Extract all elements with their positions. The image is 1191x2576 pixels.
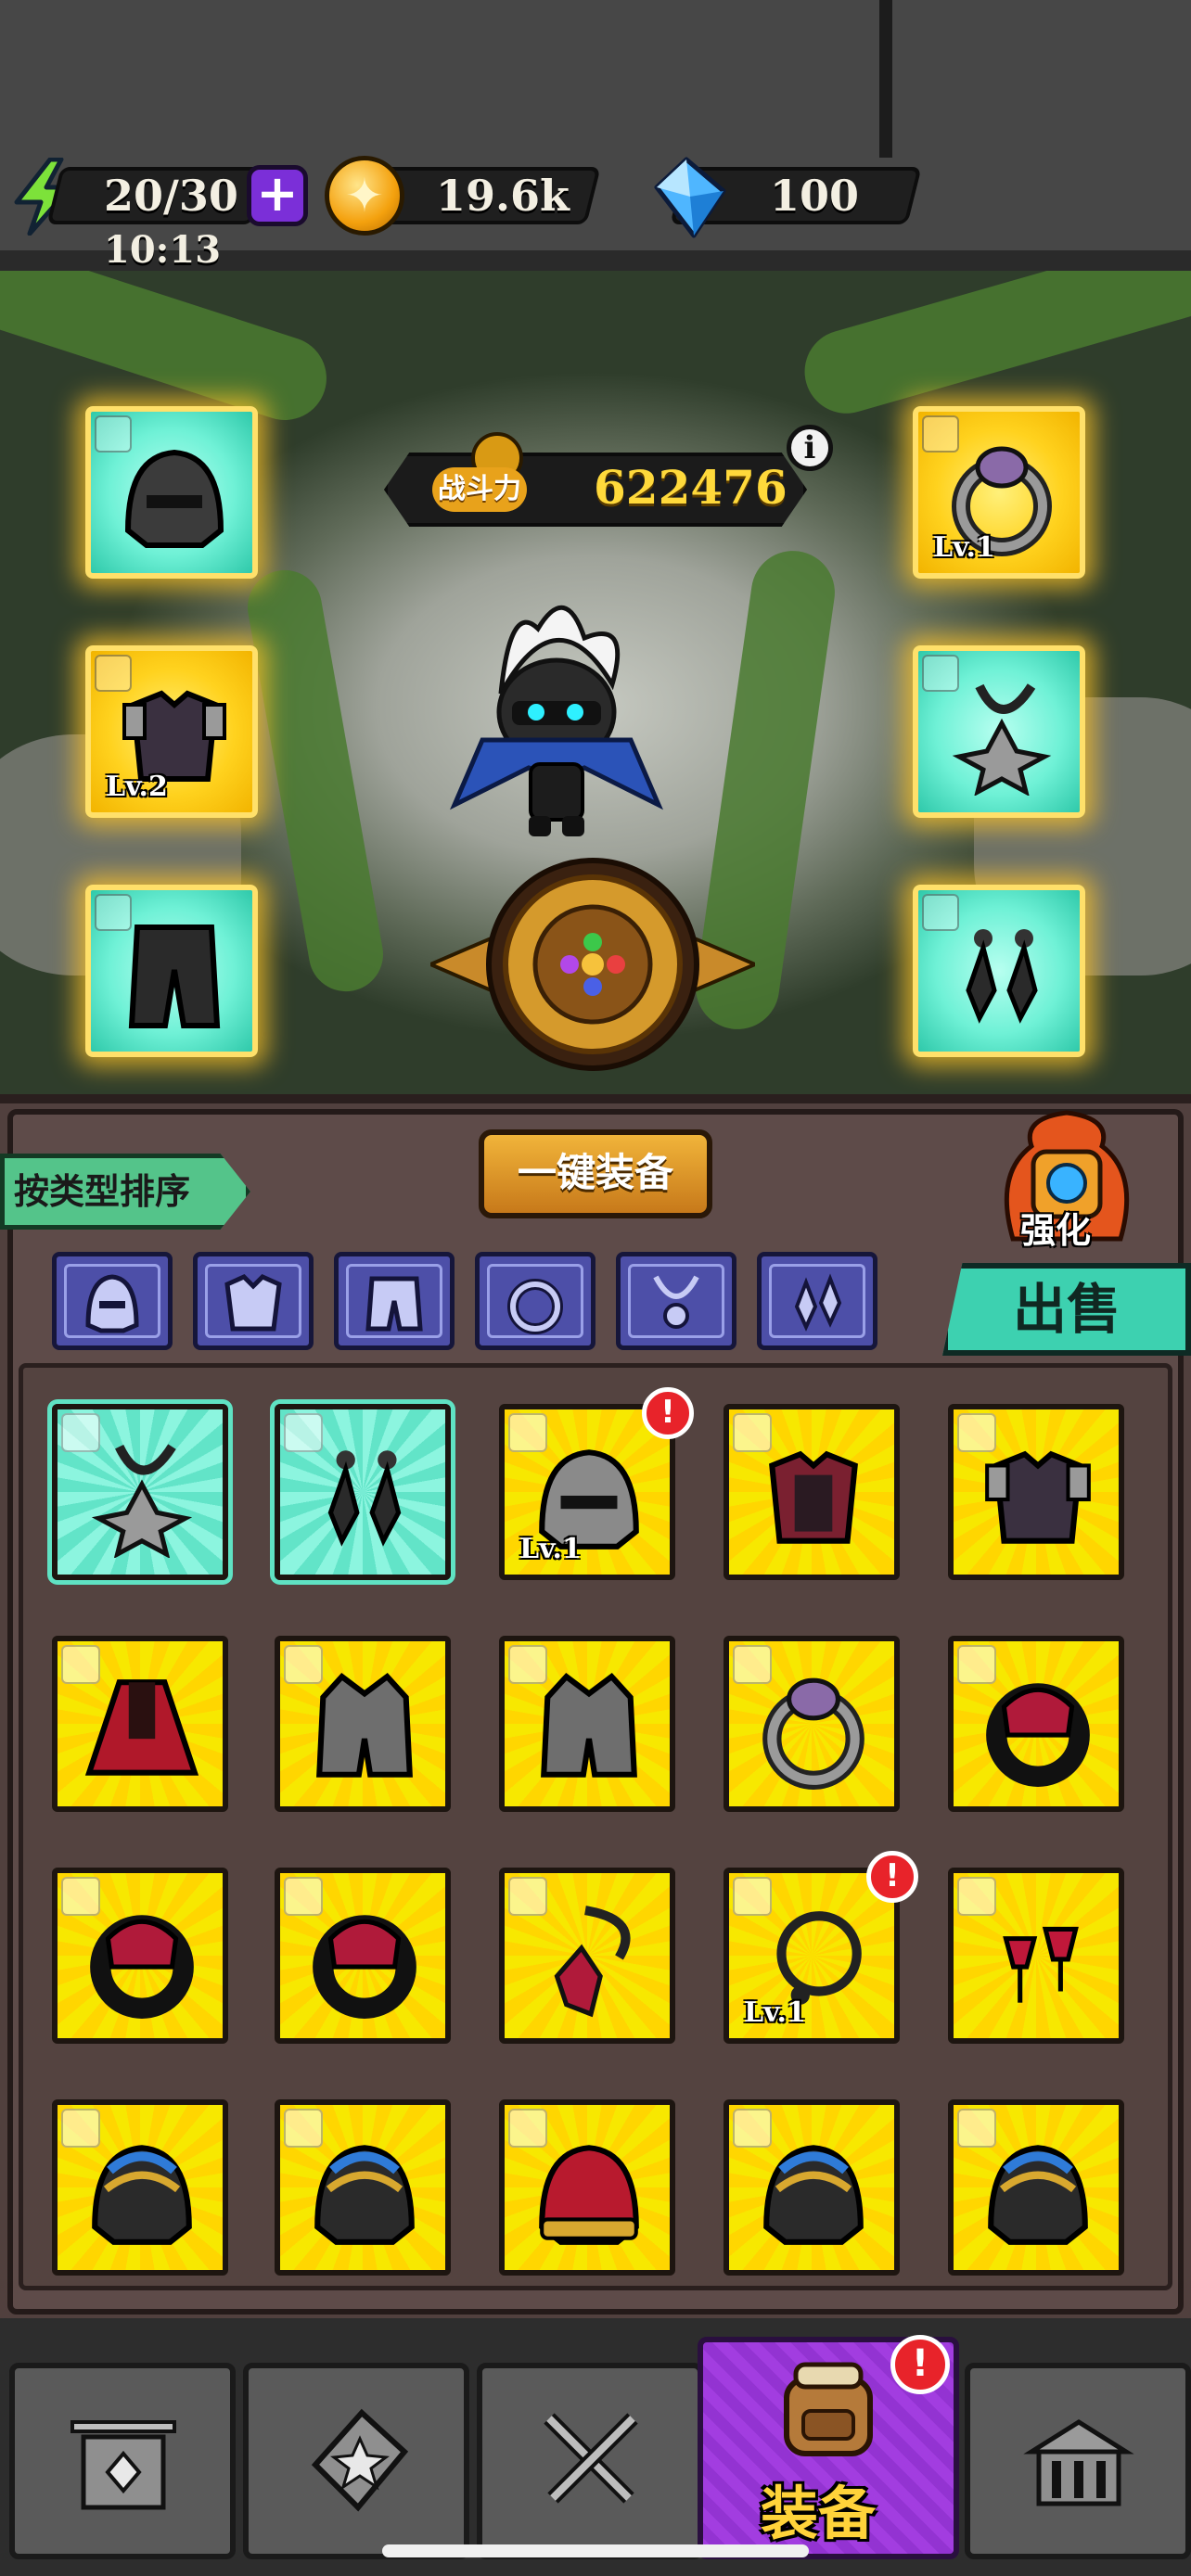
earrings-icon xyxy=(327,1450,402,1547)
filter-pants-button[interactable] xyxy=(334,1252,455,1350)
new-item-alert-icon: ! xyxy=(866,1851,918,1903)
inventory-item[interactable] xyxy=(275,2099,451,2276)
necklace-icon xyxy=(952,683,1052,796)
gold-value: 19.6k xyxy=(436,171,570,221)
gold-coin-icon xyxy=(325,156,404,236)
earrings-icon xyxy=(794,1273,842,1332)
nav-label-equipment: 装备 xyxy=(761,2480,877,2547)
diamond-icon xyxy=(654,157,726,238)
inventory-item[interactable] xyxy=(724,1636,900,1812)
equip-slot-ring[interactable]: Lv.1 xyxy=(913,406,1085,579)
backpack-icon xyxy=(784,2362,873,2456)
pants-icon xyxy=(541,1673,637,1778)
helmet-icon xyxy=(92,2145,192,2245)
equipment-alert-icon: ! xyxy=(890,2335,950,2394)
home-indicator[interactable] xyxy=(382,2544,809,2557)
inventory-item[interactable] xyxy=(948,1404,1124,1580)
nav-tab-shop[interactable] xyxy=(9,2363,236,2559)
ring-icon xyxy=(986,1683,1090,1787)
inventory-item[interactable] xyxy=(499,1868,675,2044)
castle-icon xyxy=(1023,2419,1134,2506)
energy-timer: 10:13 xyxy=(104,228,222,272)
helmet-icon xyxy=(314,2145,415,2245)
nav-tab-battle[interactable] xyxy=(477,2363,703,2559)
equip-all-button[interactable]: 一键装备 xyxy=(479,1129,712,1218)
item-level: Lv.1 xyxy=(744,1996,806,2029)
inventory-item[interactable] xyxy=(724,1404,900,1580)
vine-decoration xyxy=(241,564,390,998)
combat-power-value: 622476 xyxy=(594,460,788,515)
filter-helmet-button[interactable] xyxy=(52,1252,173,1350)
equip-slot-armor[interactable]: Lv.2 xyxy=(85,645,258,818)
equip-slot-pants[interactable] xyxy=(85,885,258,1057)
necklace-icon xyxy=(653,1275,699,1329)
helmet-icon xyxy=(763,2145,864,2245)
armor-icon xyxy=(985,1450,1091,1544)
sort-by-type-button[interactable]: 按类型排序 xyxy=(0,1154,250,1230)
inventory-item[interactable] xyxy=(275,1868,451,2044)
necklace-icon xyxy=(554,1906,631,2018)
equip-slot-helmet[interactable] xyxy=(85,406,258,579)
pants-icon xyxy=(128,925,221,1028)
inventory-item[interactable] xyxy=(948,2099,1124,2276)
frame-seam xyxy=(879,0,892,158)
card-book-icon xyxy=(311,2408,409,2512)
inventory-item[interactable] xyxy=(499,2099,675,2276)
earrings-icon xyxy=(966,929,1038,1024)
inventory-item[interactable] xyxy=(948,1868,1124,2044)
inventory-item[interactable] xyxy=(52,1404,228,1580)
add-energy-button[interactable]: + xyxy=(247,165,308,226)
ring-icon xyxy=(90,1915,194,2019)
inventory-item[interactable] xyxy=(724,2099,900,2276)
inventory-item[interactable] xyxy=(275,1404,451,1580)
helmet-icon xyxy=(539,2145,639,2245)
sell-button[interactable]: 出售 xyxy=(942,1263,1191,1356)
combat-power-label: 战斗力 xyxy=(432,467,527,512)
info-button[interactable]: i xyxy=(787,425,833,471)
upgrade-label: 强化 xyxy=(1020,1210,1092,1251)
shop-sign-icon xyxy=(70,2420,176,2510)
ring-icon xyxy=(313,1915,416,2019)
gem-value: 100 xyxy=(770,171,860,221)
item-level: Lv.2 xyxy=(106,771,168,803)
armor-icon xyxy=(224,1274,282,1332)
earrings-icon xyxy=(1003,1926,1079,2003)
item-level: Lv.1 xyxy=(519,1533,582,1565)
pants-icon xyxy=(365,1276,423,1332)
energy-value: 20/30 xyxy=(104,171,238,221)
helmet-icon xyxy=(988,2145,1088,2245)
crossed-swords-icon xyxy=(544,2413,638,2504)
filter-armor-button[interactable] xyxy=(193,1252,314,1350)
nav-tab-cards[interactable] xyxy=(243,2363,469,2559)
ring-icon xyxy=(507,1279,563,1334)
inventory-item[interactable] xyxy=(948,1636,1124,1812)
necklace-icon xyxy=(91,1444,193,1558)
pants-icon xyxy=(316,1673,413,1778)
filter-necklace-button[interactable] xyxy=(616,1252,736,1350)
filter-ring-button[interactable] xyxy=(475,1252,596,1350)
equip-slot-necklace[interactable] xyxy=(913,645,1085,818)
nav-tab-castle[interactable] xyxy=(965,2363,1191,2559)
equip-slot-earrings[interactable] xyxy=(913,885,1085,1057)
hero-character[interactable] xyxy=(445,582,668,842)
helmet-icon xyxy=(124,449,224,548)
inventory-item[interactable] xyxy=(52,1868,228,2044)
inventory-item[interactable] xyxy=(275,1636,451,1812)
vine-decoration xyxy=(794,271,1191,424)
inventory-item[interactable] xyxy=(52,2099,228,2276)
filter-earrings-button[interactable] xyxy=(757,1252,877,1350)
inventory-item[interactable] xyxy=(499,1636,675,1812)
inventory-item[interactable] xyxy=(52,1636,228,1812)
soul-emblem[interactable] xyxy=(430,853,755,1076)
ring-icon xyxy=(762,1677,864,1790)
new-item-alert-icon: ! xyxy=(642,1387,694,1439)
item-level: Lv.1 xyxy=(933,531,995,564)
pants-icon xyxy=(84,1679,199,1776)
helmet-icon xyxy=(85,1274,139,1333)
armor-icon xyxy=(769,1450,858,1544)
